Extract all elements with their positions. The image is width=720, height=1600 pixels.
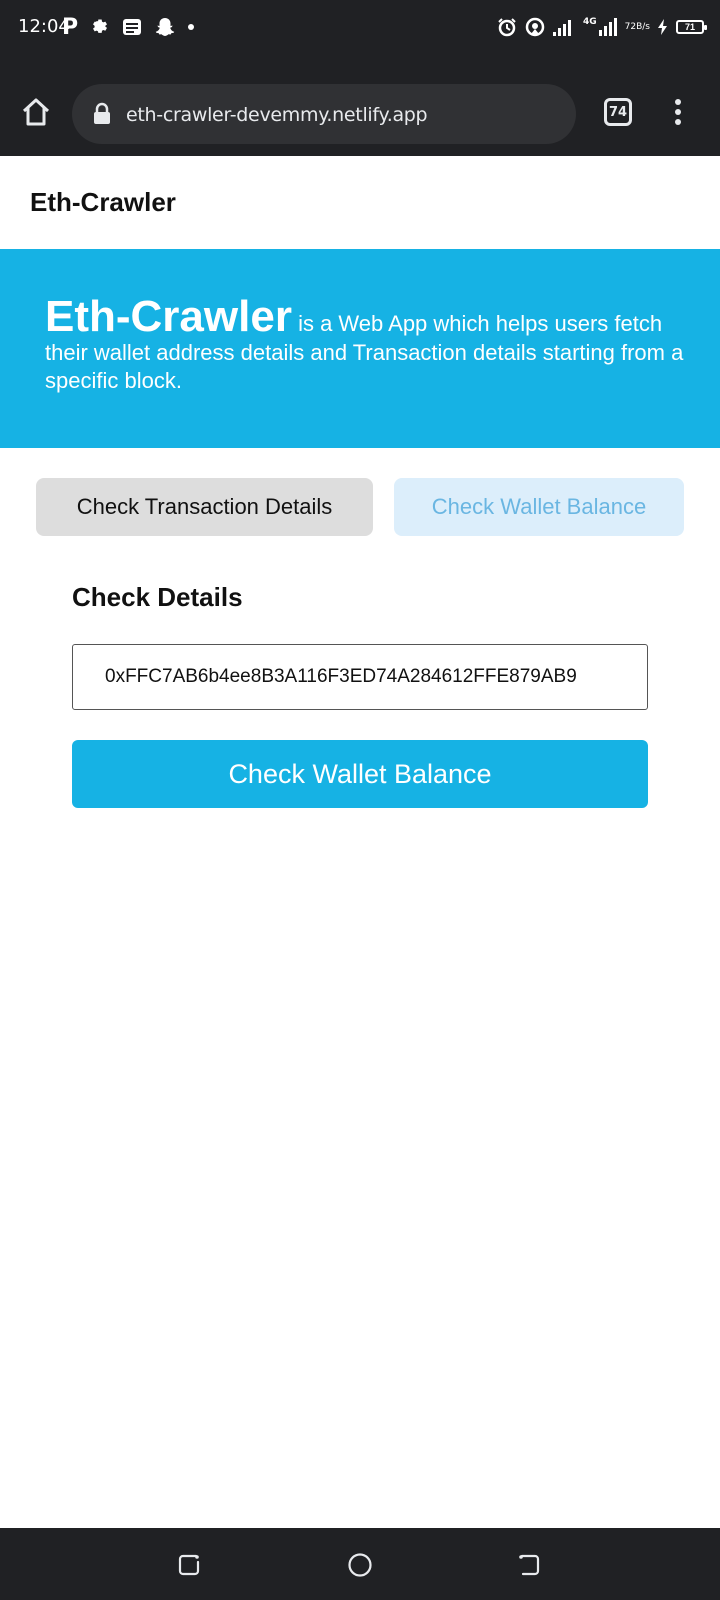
recents-icon[interactable] — [176, 1552, 202, 1578]
wallet-address-input[interactable] — [72, 644, 648, 710]
battery-icon: 71 — [676, 20, 707, 34]
tab-transaction-details[interactable]: Check Transaction Details — [36, 478, 373, 536]
home-nav-icon[interactable] — [347, 1552, 373, 1578]
snapchat-icon — [154, 16, 176, 38]
form-heading: Check Details — [72, 582, 243, 612]
tab-count: 74 — [608, 104, 628, 120]
tab-wallet-balance[interactable]: Check Wallet Balance — [394, 478, 684, 536]
notification-icons: P — [62, 14, 195, 40]
page-header: Eth-Crawler — [0, 157, 720, 249]
network-speed: 72 B/s — [625, 22, 650, 32]
signal-icon — [552, 18, 575, 36]
alarm-icon — [497, 17, 517, 37]
signal-icon-2 — [598, 18, 617, 36]
settings-icon — [90, 17, 110, 37]
network-speed-value: 72 — [624, 22, 637, 32]
address-bar[interactable]: eth-crawler-devemmy.netlify.app — [72, 84, 576, 144]
system-nav-bar — [0, 1528, 720, 1600]
hero-title: Eth-Crawler — [45, 292, 292, 341]
check-wallet-balance-button[interactable]: Check Wallet Balance — [72, 740, 648, 808]
browser-toolbar: eth-crawler-devemmy.netlify.app 74 — [0, 56, 720, 213]
network-speed-unit: B/s — [636, 22, 650, 32]
brand-title[interactable]: Eth-Crawler — [30, 187, 176, 218]
home-icon[interactable] — [20, 96, 52, 128]
url-text: eth-crawler-devemmy.netlify.app — [126, 104, 428, 126]
hero-text: Eth-Crawler is a Web App which helps use… — [45, 295, 685, 395]
lock-icon — [92, 102, 112, 126]
back-icon[interactable] — [516, 1552, 542, 1578]
news-icon — [122, 17, 142, 37]
more-menu-icon[interactable] — [668, 96, 688, 128]
network-type: 4G — [582, 17, 597, 27]
status-bar: 12:04 P 4G 72 B/s 71 — [0, 0, 720, 56]
tab-switcher-button[interactable]: 74 — [604, 98, 632, 126]
system-icons: 4G 72 B/s 71 — [497, 14, 707, 40]
dot-icon — [188, 24, 195, 30]
hotspot-icon — [525, 17, 545, 37]
charging-icon — [658, 19, 668, 35]
p-icon: P — [62, 14, 79, 40]
battery-level: 71 — [684, 22, 695, 32]
hero-banner: Eth-Crawler is a Web App which helps use… — [0, 249, 720, 448]
